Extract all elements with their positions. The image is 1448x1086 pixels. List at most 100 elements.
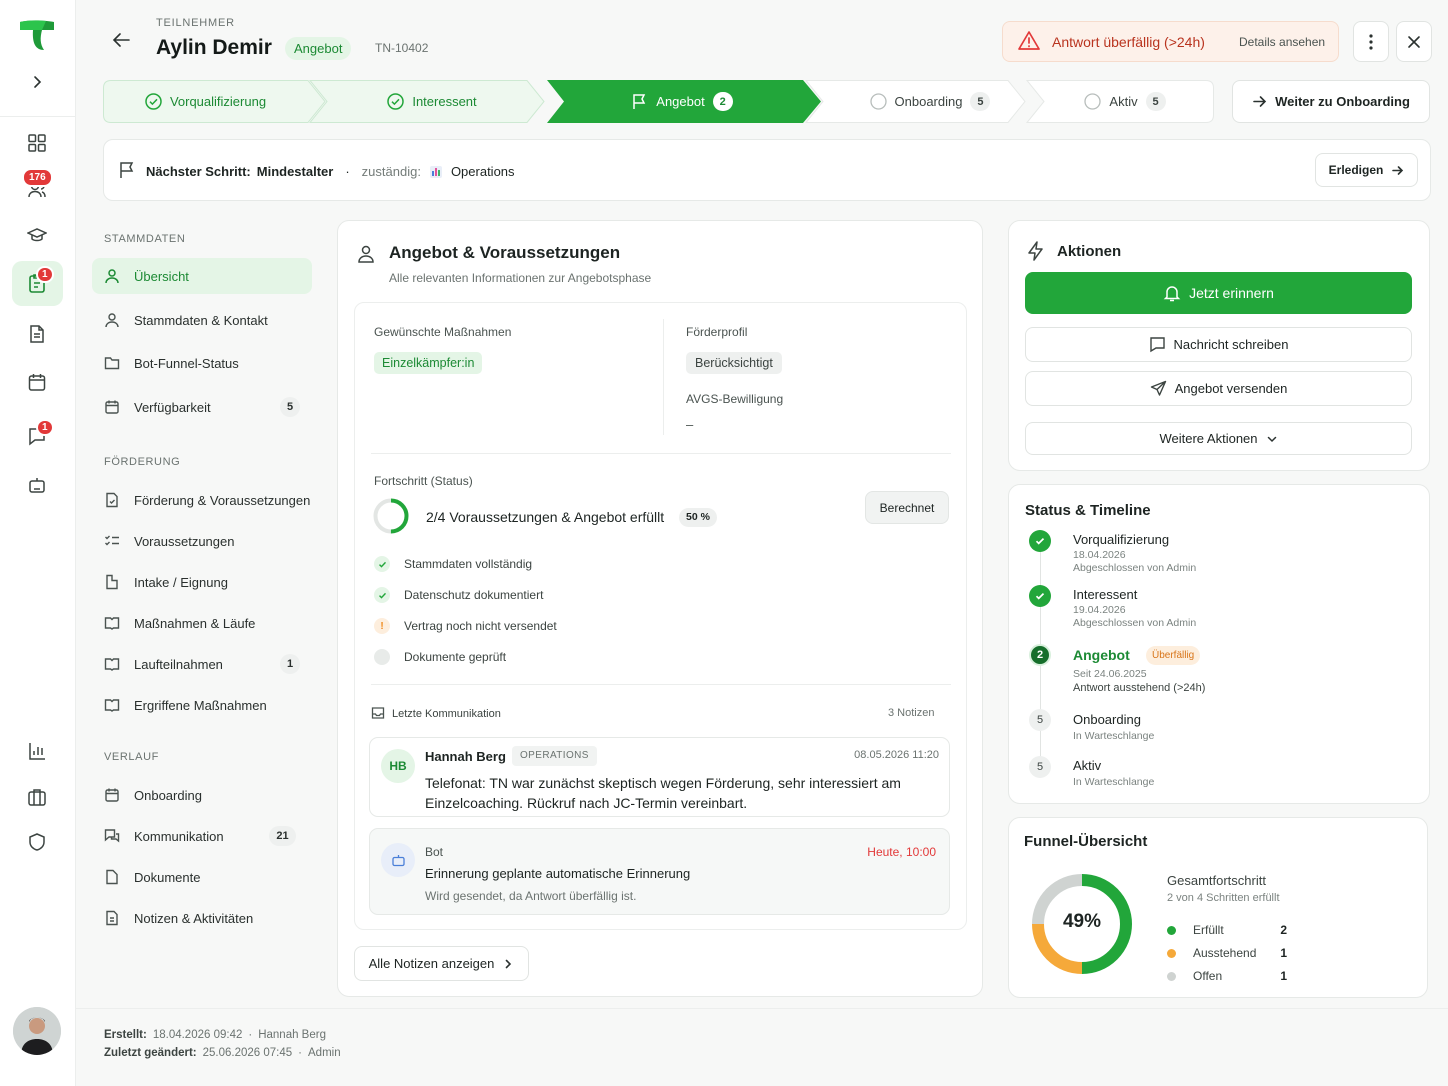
open-circle-icon [374, 649, 390, 665]
timeline-item-note: Abgeschlossen von Admin [1073, 617, 1197, 629]
funnel-heading: Gesamtfortschritt [1167, 873, 1266, 888]
next-step-label: Nächster Schritt: [146, 164, 251, 179]
back-arrow-icon[interactable] [110, 29, 132, 51]
nav-item-onboarding[interactable]: Onboarding [92, 777, 312, 813]
bot-icon[interactable] [24, 472, 50, 498]
stage-label: Aktiv [1109, 94, 1138, 109]
next-stage-button[interactable]: Weiter zu Onboarding [1232, 80, 1430, 123]
nav-item-foerderung[interactable]: Förderung & Voraussetzungen [92, 482, 312, 518]
note-time: 08.05.2026 11:20 [854, 749, 939, 761]
checklist-label: Dokumente geprüft [404, 650, 507, 664]
comm-label: Letzte Kommunikation [392, 708, 501, 720]
more-menu-button[interactable] [1353, 21, 1389, 62]
messages-count-badge: 1 [36, 419, 54, 436]
funnel-card: Funnel-Übersicht 49% Gesamtfortschritt 2… [1008, 817, 1428, 998]
send-offer-button[interactable]: Angebot versenden [1025, 371, 1412, 406]
participant-name: Aylin Demir [156, 36, 272, 59]
expand-chevron-icon[interactable] [24, 69, 50, 95]
legend-dot [1167, 971, 1176, 981]
calendar-icon [105, 400, 119, 414]
separator: · [298, 1047, 303, 1059]
timeline-item-title: Aktiv [1073, 758, 1102, 773]
flag-icon [633, 94, 646, 109]
message-icon [1149, 337, 1165, 353]
timeline-item-title: Angebot [1073, 647, 1130, 663]
nav-item-bot-funnel[interactable]: Bot-Funnel-Status [92, 345, 312, 381]
comm-count: 3 Notizen [888, 707, 935, 719]
nav-item-verfuegbarkeit[interactable]: Verfügbarkeit 5 [92, 389, 312, 425]
bar-chart-icon[interactable] [24, 738, 50, 764]
file-icon [106, 574, 118, 590]
avatar: HB [381, 749, 415, 783]
write-message-button[interactable]: Nachricht schreiben [1025, 327, 1412, 362]
nav-label: Ergriffene Maßnahmen [134, 697, 267, 713]
note-card[interactable]: HB Hannah Berg OPERATIONS 08.05.2026 11:… [369, 737, 950, 817]
stage-count: 5 [970, 92, 991, 111]
nav-label: Förderung & Voraussetzungen [134, 492, 311, 508]
overdue-alert[interactable]: Antwort überfällig (>24h) Details ansehe… [1002, 21, 1339, 62]
nav-item-massnahmen[interactable]: Maßnahmen & Läufe [92, 605, 312, 641]
flag-icon [118, 161, 136, 179]
calendar-icon[interactable] [24, 369, 50, 395]
app-logo[interactable] [18, 18, 56, 52]
profile-tag: Berücksichtigt [686, 352, 782, 374]
offer-card: Angebot & Voraussetzungen Alle relevante… [337, 220, 983, 997]
checklist-label: Stammdaten vollständig [404, 557, 533, 571]
close-button[interactable] [1396, 21, 1432, 62]
alert-details-link[interactable]: Details ansehen [1239, 35, 1325, 49]
send-icon [1150, 380, 1166, 396]
nav-item-intake[interactable]: Intake / Eignung [92, 564, 312, 600]
timeline-item-note: Antwort ausstehend (>24h) [1073, 682, 1206, 694]
timeline-open-marker: 5 [1029, 756, 1051, 778]
nav-label: Voraussetzungen [134, 533, 235, 549]
nav-label: Intake / Eignung [134, 574, 228, 590]
avgs-value: – [686, 417, 694, 432]
footer-changed: Zuletzt geändert: 25.06.2026 07:45 · Adm… [104, 1047, 341, 1059]
nav-item-kommunikation[interactable]: Kommunikation 21 [92, 818, 312, 854]
check-icon [374, 587, 390, 603]
nav-section-title: FÖRDERUNG [104, 456, 181, 468]
graduation-cap-icon[interactable] [24, 222, 50, 248]
check-circle-icon [145, 93, 162, 110]
nav-item-dokumente[interactable]: Dokumente [92, 859, 312, 895]
timeline-card: Status & Timeline [1008, 484, 1430, 804]
measures-tag[interactable]: Einzelkämpfer:in [374, 352, 483, 374]
dashboard-icon[interactable] [24, 130, 50, 156]
briefcase-icon[interactable] [24, 784, 50, 810]
nav-item-voraussetzungen[interactable]: Voraussetzungen [92, 523, 312, 559]
participant-id: TN-10402 [375, 41, 429, 55]
nav-label: Onboarding [134, 787, 202, 803]
legend-label: Erfüllt [1193, 923, 1224, 937]
role-tag: OPERATIONS [512, 746, 597, 766]
book-icon [104, 699, 120, 712]
nav-item-stammdaten[interactable]: Stammdaten & Kontakt [92, 302, 312, 338]
users-count-badge: 176 [22, 168, 53, 187]
actions-title: Aktionen [1057, 243, 1122, 260]
stage-angebot[interactable]: Angebot 2 [560, 80, 804, 123]
calculated-button[interactable]: Berechnet [865, 491, 949, 524]
nav-item-ergriffene-massnahmen[interactable]: Ergriffene Maßnahmen [92, 687, 312, 723]
complete-button[interactable]: Erledigen [1315, 153, 1418, 187]
remind-label: Jetzt erinnern [1189, 285, 1274, 301]
nav-item-uebersicht[interactable]: Übersicht [92, 258, 312, 294]
shield-icon[interactable] [24, 829, 50, 855]
folder-icon [104, 357, 120, 370]
nav-item-laufteilnahmen[interactable]: Laufteilnahmen 1 [92, 646, 312, 682]
stage-onboarding[interactable]: Onboarding 5 [820, 80, 1040, 123]
user-avatar[interactable] [13, 1007, 61, 1055]
bot-note-card[interactable]: Bot Heute, 10:00 Erinnerung geplante aut… [369, 828, 950, 915]
document-icon[interactable] [24, 321, 50, 347]
calendar-icon [105, 788, 119, 802]
separator: · [345, 164, 350, 179]
timeline-open-marker: 5 [1029, 709, 1051, 731]
nav-item-notizen[interactable]: Notizen & Aktivitäten [92, 900, 312, 936]
stage-vorqualifizierung[interactable]: Vorqualifizierung [103, 80, 308, 123]
stage-aktiv[interactable]: Aktiv 5 [1040, 80, 1210, 123]
more-actions-dropdown[interactable]: Weitere Aktionen [1025, 422, 1412, 455]
owner-label: zuständig: [361, 164, 421, 179]
card-title: Angebot & Voraussetzungen [389, 243, 621, 262]
remind-now-button[interactable]: Jetzt erinnern [1025, 272, 1412, 314]
checklist-label: Datenschutz dokumentiert [404, 588, 544, 602]
stage-interessent[interactable]: Interessent [318, 80, 546, 123]
all-notes-button[interactable]: Alle Notizen anzeigen [354, 946, 529, 981]
